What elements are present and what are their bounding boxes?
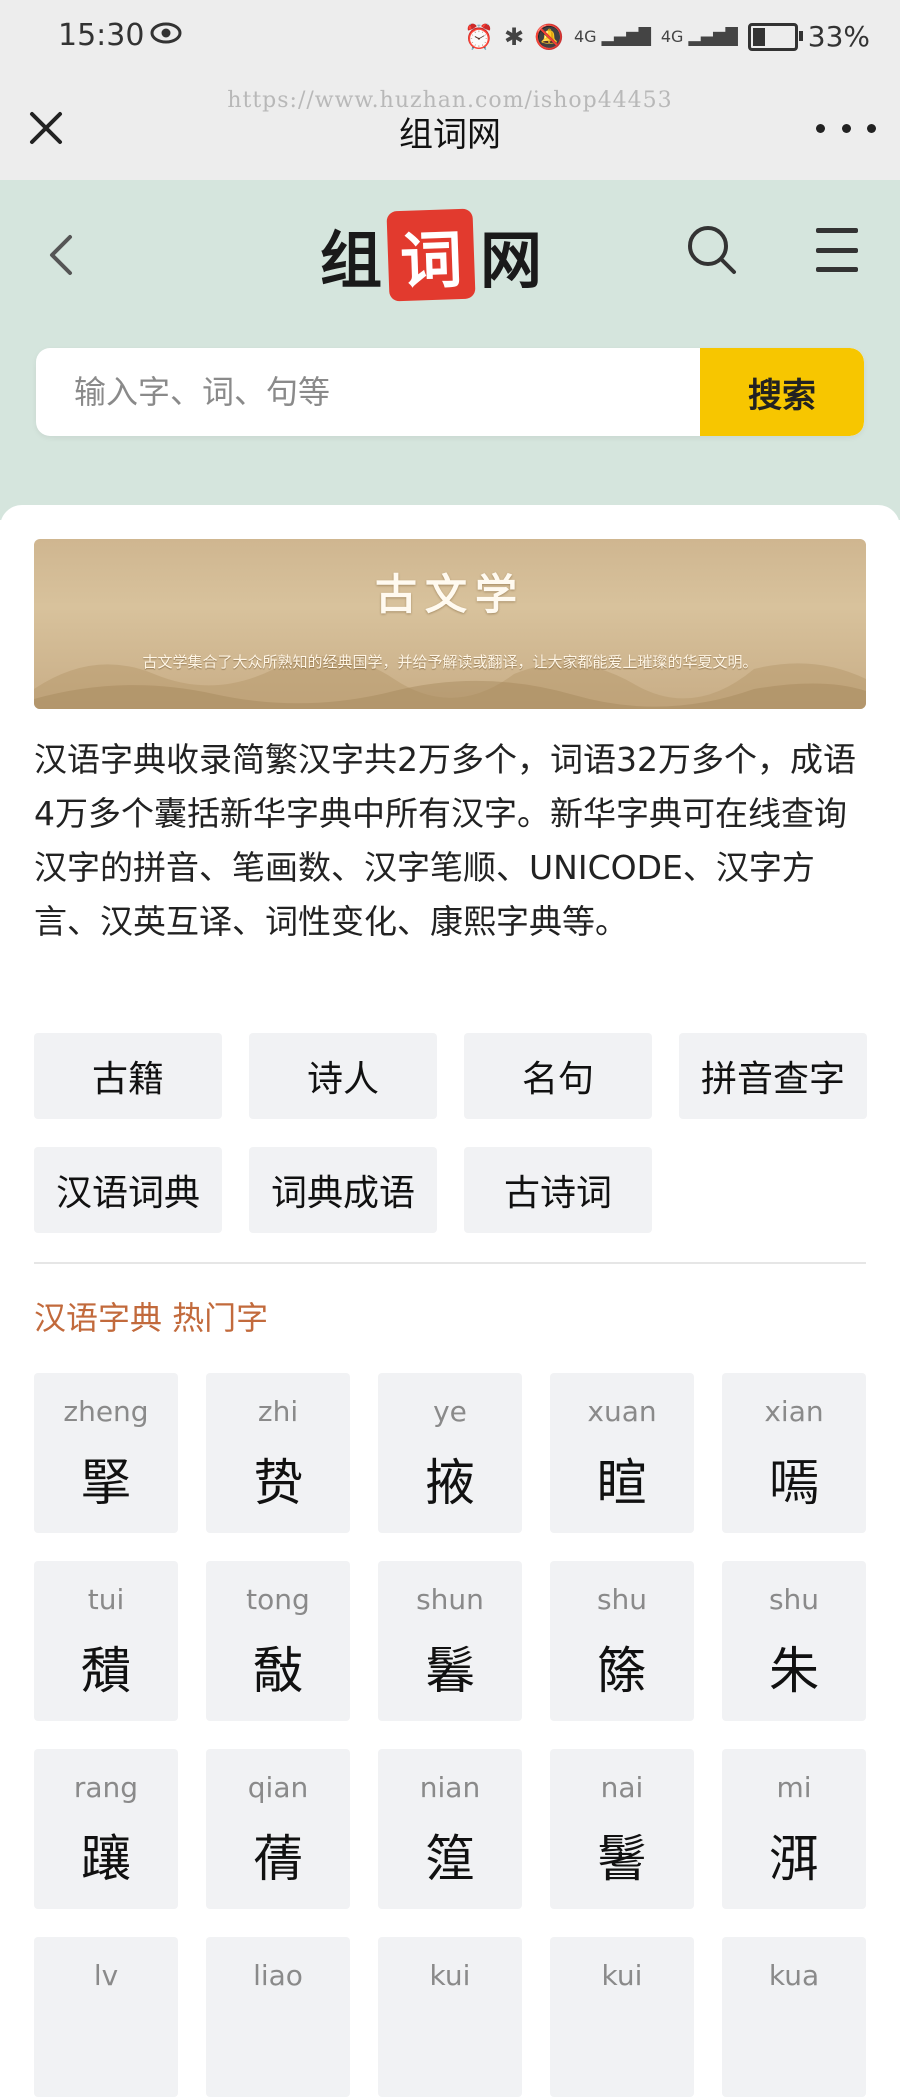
pinyin: tong bbox=[246, 1583, 310, 1616]
hot-char-cell[interactable]: xian 嘕 bbox=[722, 1373, 866, 1533]
hanzi: 掔 bbox=[81, 1454, 131, 1512]
hot-char-cell[interactable]: kui bbox=[378, 1937, 522, 2097]
hanzi: 敽 bbox=[253, 1642, 303, 1700]
hot-char-cell[interactable]: mi 渳 bbox=[722, 1749, 866, 1909]
pinyin: zheng bbox=[63, 1395, 149, 1428]
tag-shiren[interactable]: 诗人 bbox=[249, 1033, 437, 1119]
hot-char-cell[interactable]: tui 穨 bbox=[34, 1561, 178, 1721]
signal-icon-2: 4G ▂▄▆█ bbox=[660, 27, 738, 46]
hanzi: 贽 bbox=[253, 1454, 303, 1512]
site-header: 组 词 网 搜索 bbox=[0, 180, 900, 520]
alarm-icon: ⏰ bbox=[464, 22, 494, 51]
search-input[interactable] bbox=[36, 348, 696, 436]
section-title: 汉语字典 热门字 bbox=[34, 1299, 269, 1337]
hot-char-cell[interactable]: lv bbox=[34, 1937, 178, 2097]
pinyin: lv bbox=[93, 1959, 119, 1992]
pinyin: mi bbox=[776, 1771, 812, 1804]
hot-char-cell[interactable]: shu 篨 bbox=[550, 1561, 694, 1721]
pinyin: nai bbox=[600, 1771, 644, 1804]
hanzi: 睻 bbox=[597, 1454, 647, 1512]
eye-icon bbox=[150, 22, 182, 48]
hot-char-cell[interactable]: shu 朱 bbox=[722, 1561, 866, 1721]
hot-char-cell[interactable]: rang 躟 bbox=[34, 1749, 178, 1909]
hanzi: 蒨 bbox=[253, 1830, 303, 1888]
status-time: 15:30 bbox=[58, 18, 145, 53]
hanzi: 掖 bbox=[425, 1454, 475, 1512]
pinyin: ye bbox=[433, 1395, 467, 1428]
battery-percent: 33% bbox=[807, 20, 870, 53]
battery-icon bbox=[747, 22, 803, 51]
tag-guji[interactable]: 古籍 bbox=[34, 1033, 222, 1119]
search-bar: 搜索 bbox=[36, 348, 864, 436]
tag-cidian-chengyu[interactable]: 词典成语 bbox=[249, 1147, 437, 1233]
pinyin: kui bbox=[429, 1959, 471, 1992]
tag-hanyu-cidian[interactable]: 汉语词典 bbox=[34, 1147, 222, 1233]
hot-char-grid: zheng 掔 zhi 贽 ye 掖 xuan 睻 xian 嘕 tui 穨 tong 敽 s… bbox=[34, 1373, 868, 2097]
search-button[interactable]: 搜索 bbox=[700, 348, 864, 436]
pinyin: zhi bbox=[257, 1395, 299, 1428]
pinyin: kua bbox=[768, 1959, 820, 1992]
hanzi: 篞 bbox=[425, 1830, 475, 1888]
hanzi: 鬊 bbox=[425, 1642, 475, 1700]
content-card: 古文学 古文学集合了大众所熟知的经典国学，并给予解读或翻译，让大家都能爱上璀璨的… bbox=[0, 505, 900, 2097]
banner-subtitle: 古文学集合了大众所熟知的经典国学，并给予解读或翻译，让大家都能爱上璀璨的华夏文明… bbox=[142, 653, 758, 671]
tag-mingju[interactable]: 名句 bbox=[464, 1033, 652, 1119]
hanzi: 穨 bbox=[81, 1642, 131, 1700]
pinyin: liao bbox=[253, 1959, 303, 1992]
pinyin: xian bbox=[764, 1395, 824, 1428]
hanzi: 躟 bbox=[81, 1830, 131, 1888]
hanzi: 篨 bbox=[597, 1642, 647, 1700]
pinyin: qian bbox=[247, 1771, 309, 1804]
hanzi: 鬐 bbox=[597, 1830, 647, 1888]
pinyin: nian bbox=[419, 1771, 481, 1804]
hot-char-cell[interactable]: qian 蒨 bbox=[206, 1749, 350, 1909]
hot-char-cell[interactable]: kui bbox=[550, 1937, 694, 2097]
hot-char-cell[interactable]: zhi 贽 bbox=[206, 1373, 350, 1533]
site-logo[interactable]: 组 词 网 bbox=[320, 208, 542, 302]
status-icons: ⏰ ✱ 🔕 4G ▂▄▆█ 4G ▂▄▆█ 33% bbox=[464, 20, 870, 53]
divider bbox=[34, 1262, 866, 1264]
page-title: 组词网 bbox=[399, 115, 501, 155]
status-bar: 15:30 ⏰ ✱ 🔕 4G ▂▄▆█ 4G ▂▄▆█ 33% bbox=[0, 0, 900, 80]
pinyin: tui bbox=[87, 1583, 125, 1616]
back-arrow-icon[interactable] bbox=[40, 225, 80, 285]
hot-char-cell[interactable]: ye 掖 bbox=[378, 1373, 522, 1533]
hot-char-cell[interactable]: tong 敽 bbox=[206, 1561, 350, 1721]
tag-gushici[interactable]: 古诗词 bbox=[464, 1147, 652, 1233]
pinyin: shu bbox=[596, 1583, 648, 1616]
hot-char-cell[interactable]: shun 鬊 bbox=[378, 1561, 522, 1721]
hanzi: 朱 bbox=[769, 1642, 819, 1700]
hot-char-cell[interactable]: kua bbox=[722, 1937, 866, 2097]
search-icon[interactable] bbox=[684, 222, 740, 278]
banner-title: 古文学 bbox=[374, 570, 525, 619]
pinyin: rang bbox=[73, 1771, 139, 1804]
pinyin: shu bbox=[768, 1583, 820, 1616]
intro-text: 汉语字典收录简繁汉字共2万多个，词语32万多个，成语4万多个囊括新华字典中所有汉… bbox=[34, 740, 856, 941]
hot-char-cell[interactable]: nian 篞 bbox=[378, 1749, 522, 1909]
hot-char-cell[interactable]: xuan 睻 bbox=[550, 1373, 694, 1533]
hot-char-cell[interactable]: zheng 掔 bbox=[34, 1373, 178, 1533]
hot-char-cell[interactable]: liao bbox=[206, 1937, 350, 2097]
mute-icon: 🔕 bbox=[534, 22, 564, 51]
hanzi: 渳 bbox=[769, 1830, 819, 1888]
pinyin: kui bbox=[601, 1959, 643, 1992]
menu-icon[interactable] bbox=[816, 228, 858, 272]
hanzi: 嘕 bbox=[769, 1454, 819, 1512]
pinyin: shun bbox=[416, 1583, 484, 1616]
pinyin: xuan bbox=[587, 1395, 657, 1428]
banner[interactable]: 古文学 古文学集合了大众所熟知的经典国学，并给予解读或翻译，让大家都能爱上璀璨的… bbox=[34, 539, 866, 709]
hot-char-cell[interactable]: nai 鬐 bbox=[550, 1749, 694, 1909]
bluetooth-icon: ✱ bbox=[503, 22, 525, 51]
signal-icon: 4G ▂▄▆█ bbox=[573, 27, 651, 46]
category-tags: 古籍 诗人 名句 拼音查字 汉语词典 词典成语 古诗词 bbox=[34, 1033, 868, 1233]
watermark: https://www.huzhan.com/ishop44453 bbox=[227, 88, 673, 113]
tag-pinyin-chazi[interactable]: 拼音查字 bbox=[679, 1033, 867, 1119]
